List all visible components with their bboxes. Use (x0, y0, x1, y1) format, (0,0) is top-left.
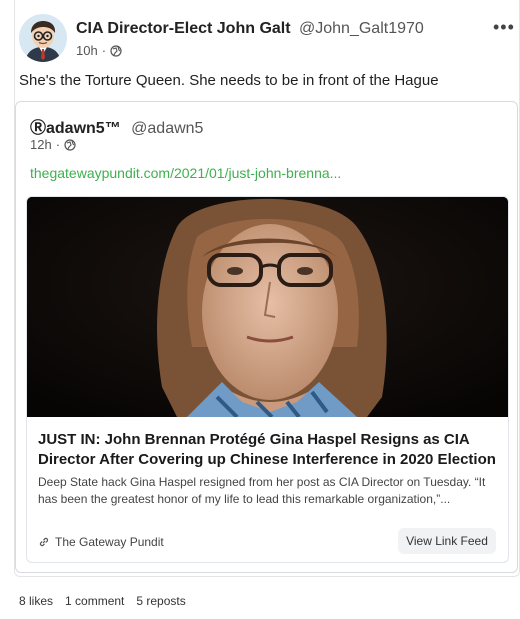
reposts-count[interactable]: 5 reposts (136, 594, 185, 608)
author-line: CIA Director-Elect John Galt @John_Galt1… (76, 20, 424, 38)
likes-count[interactable]: 8 likes (19, 594, 53, 608)
article-link[interactable]: thegatewaypundit.com/2021/01/just-john-b… (30, 165, 341, 181)
cartoon-avatar-icon (19, 14, 67, 62)
article-title[interactable]: JUST IN: John Brennan Protégé Gina Haspe… (38, 430, 503, 470)
article-source: The Gateway Pundit (38, 535, 164, 549)
quoted-meta-separator: · (55, 137, 61, 152)
quoted-author-line: Ⓡadawn5™ @adawn5 (30, 114, 203, 138)
author-handle[interactable]: @John_Galt1970 (299, 20, 424, 37)
author-avatar[interactable] (19, 14, 67, 62)
post-text: She's the Torture Queen. She needs to be… (19, 72, 439, 89)
comments-count[interactable]: 1 comment (65, 594, 124, 608)
article-source-name: The Gateway Pundit (55, 535, 164, 549)
globe-icon (64, 138, 76, 151)
quoted-author-name[interactable]: Ⓡadawn5™ (30, 120, 121, 137)
quoted-post[interactable]: Ⓡadawn5™ @adawn5 12h · thegatewaypundit.… (15, 101, 518, 573)
link-icon (38, 536, 50, 548)
quoted-post-meta: 12h · (30, 137, 76, 152)
link-preview-card[interactable]: JUST IN: John Brennan Protégé Gina Haspe… (26, 196, 509, 563)
meta-separator: · (101, 43, 107, 58)
post-stats: 8 likes 1 comment 5 reposts (19, 594, 198, 608)
post-meta: 10h · (76, 43, 122, 58)
more-options-icon[interactable]: ••• (493, 17, 515, 38)
post-timestamp[interactable]: 10h (76, 43, 98, 58)
article-description: Deep State hack Gina Haspel resigned fro… (38, 475, 486, 506)
portrait-image (27, 197, 508, 417)
view-link-feed-button[interactable]: View Link Feed (398, 528, 496, 554)
quoted-author-handle[interactable]: @adawn5 (131, 120, 203, 137)
article-photo[interactable] (27, 197, 508, 417)
author-name[interactable]: CIA Director-Elect John Galt (76, 20, 291, 37)
quoted-post-timestamp[interactable]: 12h (30, 137, 52, 152)
globe-icon (110, 44, 122, 57)
